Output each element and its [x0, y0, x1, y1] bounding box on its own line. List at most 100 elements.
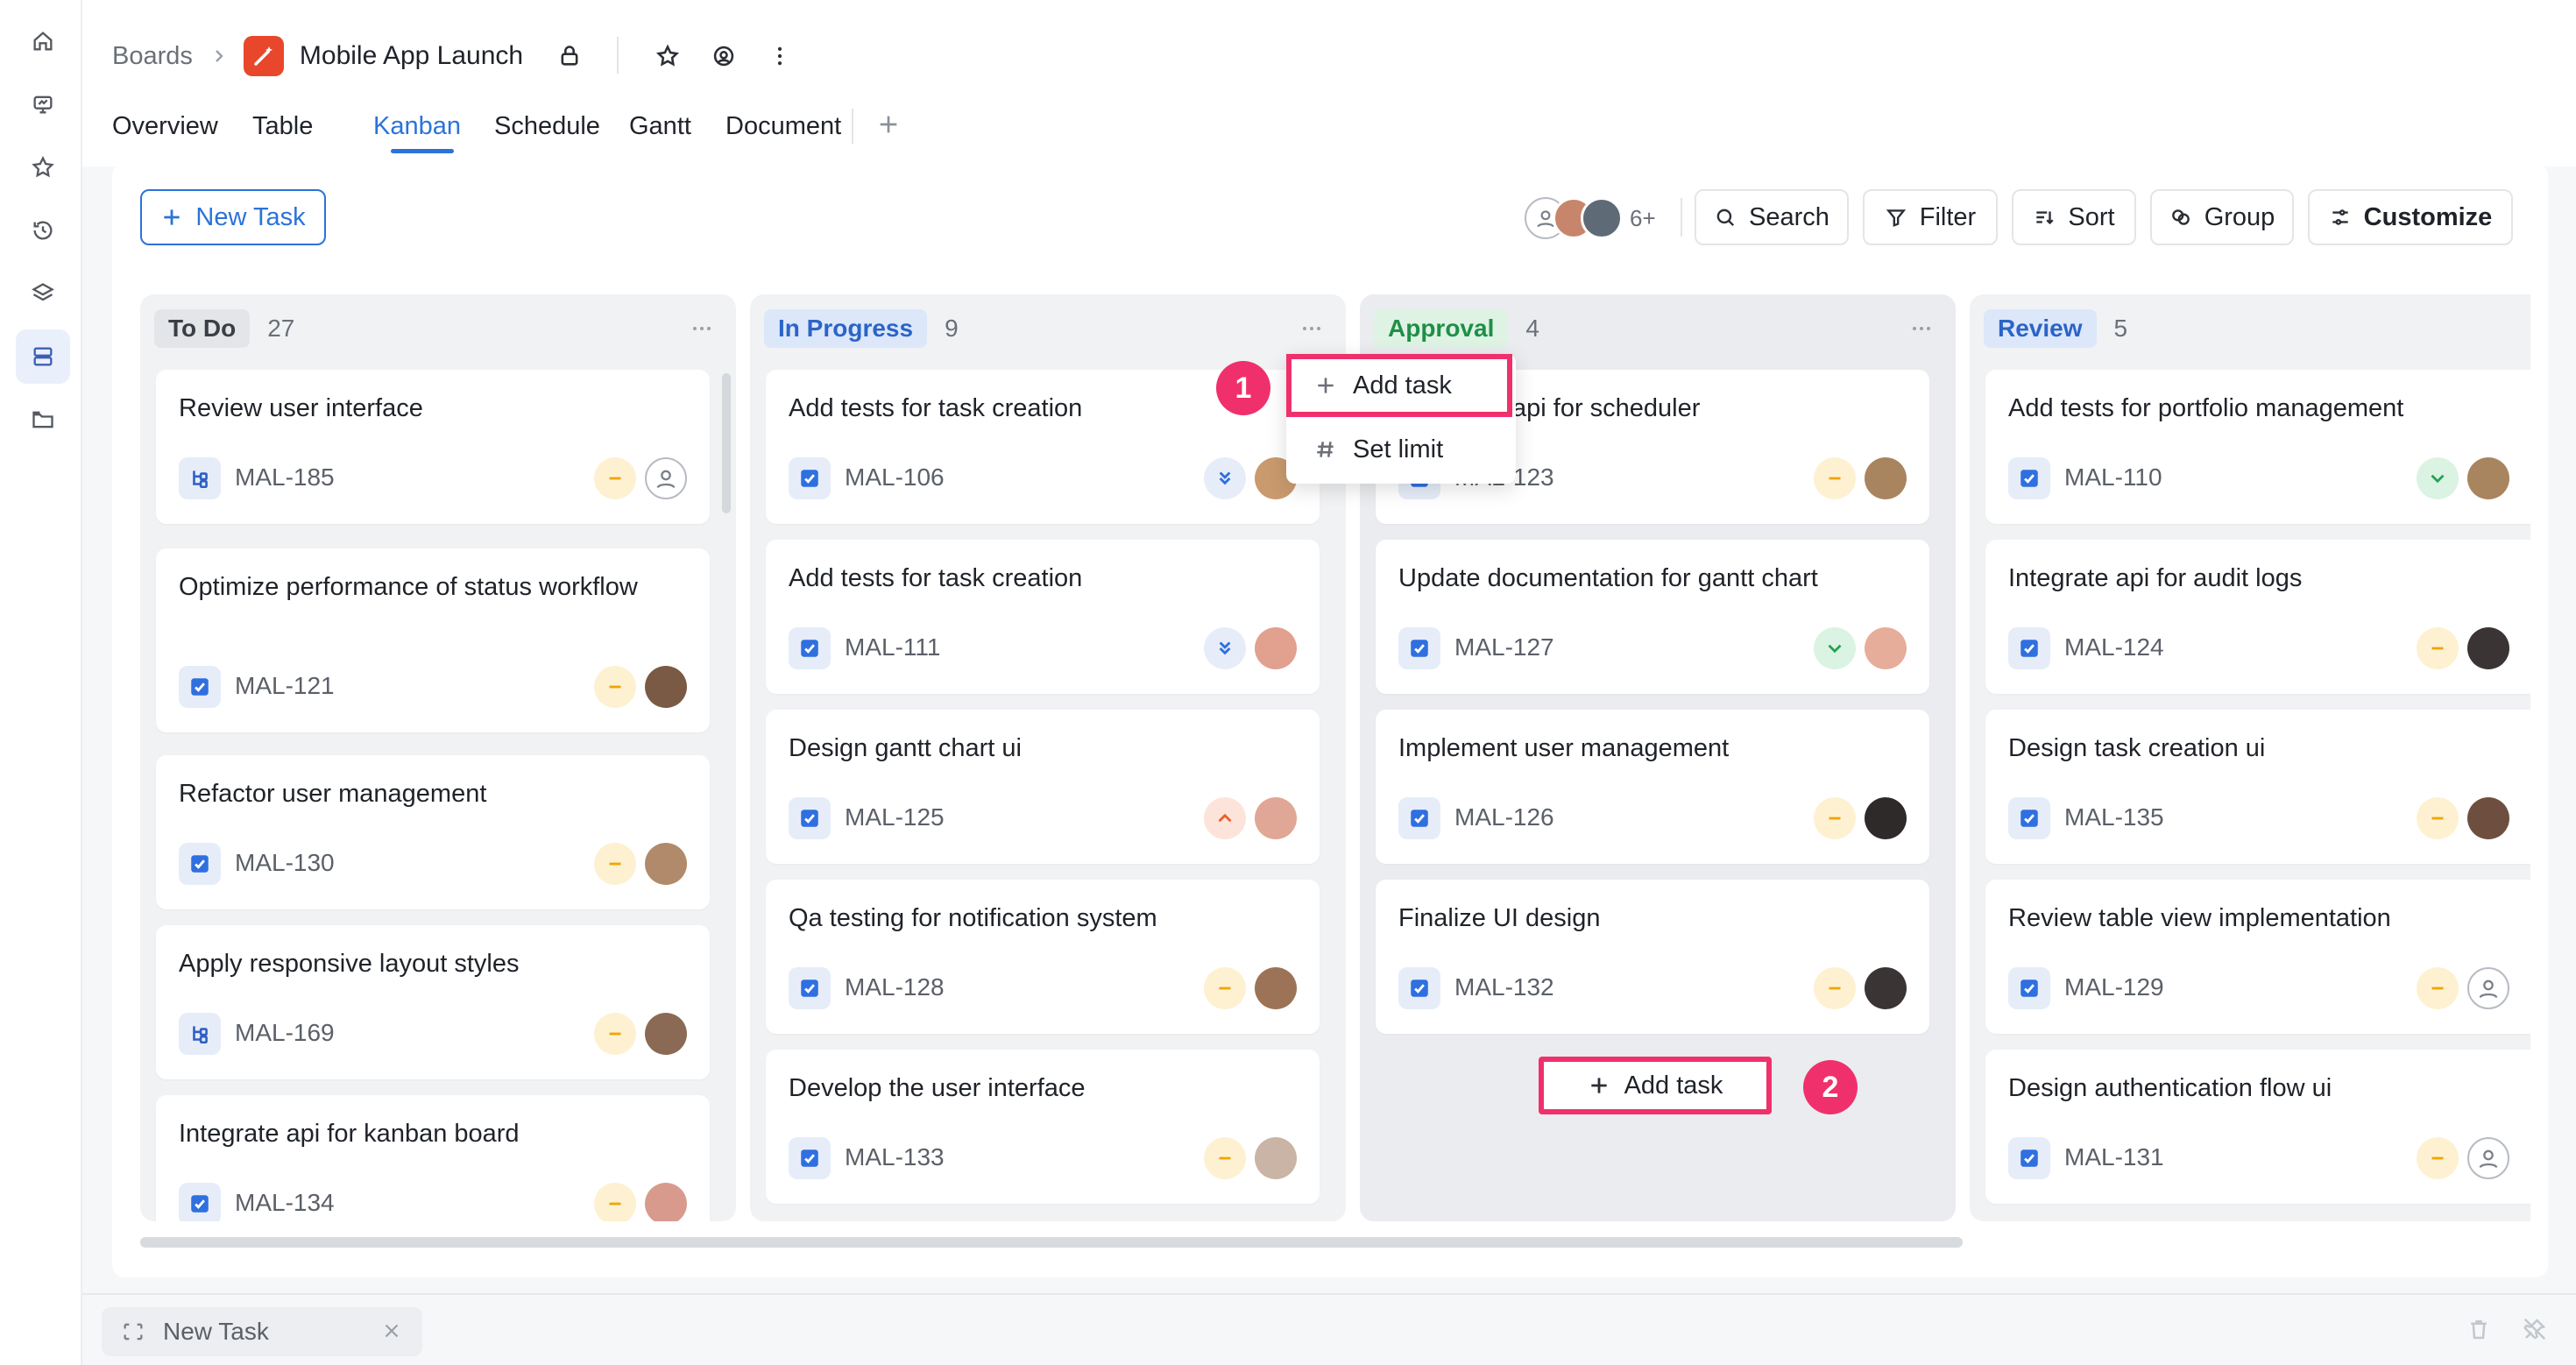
task-card[interactable]: Design task creation ui MAL-135	[1985, 710, 2530, 864]
task-card[interactable]: Develop the user interface MAL-133	[766, 1050, 1320, 1204]
avatar[interactable]	[2467, 627, 2509, 669]
home-icon[interactable]	[16, 14, 70, 68]
folder-icon[interactable]	[16, 393, 70, 447]
card-title: Optimize performance of status workflow	[179, 573, 638, 601]
task-id: MAL-111	[845, 633, 941, 661]
lock-icon[interactable]	[552, 39, 587, 74]
card-title: Design gantt chart ui	[789, 734, 1022, 762]
boards-icon[interactable]	[16, 329, 70, 384]
add-task-button[interactable]: Add task	[1539, 1057, 1772, 1114]
tab-schedule[interactable]: Schedule	[494, 107, 600, 145]
project-title: Mobile App Launch	[299, 41, 524, 70]
avatar[interactable]	[1255, 967, 1297, 1009]
close-icon[interactable]	[380, 1319, 403, 1342]
customize-label: Customize	[2363, 202, 2493, 231]
task-card[interactable]: Update documentation for gantt chart MAL…	[1376, 540, 1929, 694]
filter-button[interactable]: Filter	[1863, 189, 1998, 245]
priority-lowest-icon	[1204, 457, 1246, 499]
more-vertical-icon[interactable]	[762, 39, 797, 74]
task-card[interactable]: Review user interface MAL-185	[156, 370, 710, 524]
avatar[interactable]	[645, 666, 687, 708]
task-checkbox-icon	[2008, 1137, 2050, 1179]
card-title: Develop the user interface	[789, 1074, 1086, 1102]
task-card[interactable]: Add tests for task creation MAL-111	[766, 540, 1320, 694]
avatar[interactable]	[1255, 627, 1297, 669]
draft-tab[interactable]: New Task	[102, 1307, 422, 1356]
tab-gantt[interactable]: Gantt	[629, 107, 691, 145]
task-id: MAL-134	[235, 1189, 335, 1216]
avatar[interactable]	[645, 1183, 687, 1221]
avatar[interactable]	[645, 843, 687, 885]
task-checkbox-icon	[2008, 967, 2050, 1009]
priority-high-icon	[1204, 797, 1246, 839]
customize-button[interactable]: Customize	[2308, 189, 2513, 245]
group-button[interactable]: Group	[2150, 189, 2294, 245]
breadcrumb-boards-link[interactable]: Boards	[112, 42, 193, 71]
menu-set-limit[interactable]: Set limit	[1286, 422, 1516, 477]
priority-medium-icon	[594, 666, 636, 708]
avatar[interactable]	[1865, 967, 1907, 1009]
column-more-icon[interactable]	[1299, 315, 1325, 342]
unassigned-avatar-icon[interactable]	[645, 457, 687, 499]
avatar[interactable]	[1255, 797, 1297, 839]
plus-icon	[1318, 378, 1334, 393]
watch-icon[interactable]	[706, 39, 741, 74]
avatar[interactable]	[1865, 457, 1907, 499]
task-card[interactable]: Design authentication flow ui MAL-131	[1985, 1050, 2530, 1204]
tab-kanban[interactable]: Kanban	[373, 107, 461, 145]
priority-medium-icon	[1814, 457, 1856, 499]
unpin-icon[interactable]	[2522, 1316, 2551, 1346]
hash-icon	[1317, 442, 1334, 457]
avatar[interactable]	[645, 1013, 687, 1055]
search-button[interactable]: Search	[1695, 189, 1849, 245]
task-id: MAL-126	[1454, 803, 1554, 831]
avatar[interactable]	[2467, 457, 2509, 499]
task-card[interactable]: Implement user management MAL-126	[1376, 710, 1929, 864]
task-card[interactable]: Add tests for portfolio management MAL-1…	[1985, 370, 2530, 524]
star-icon[interactable]	[16, 140, 70, 194]
avatar[interactable]	[1255, 1137, 1297, 1179]
task-card[interactable]: Integrate api for kanban board MAL-134	[156, 1095, 710, 1221]
priority-medium-icon	[1204, 967, 1246, 1009]
column-scrollbar[interactable]	[722, 373, 731, 513]
task-id: MAL-130	[235, 849, 335, 876]
sort-icon	[2036, 211, 2054, 225]
new-task-button[interactable]: New Task	[140, 189, 326, 245]
task-card[interactable]: Qa testing for notification system MAL-1…	[766, 880, 1320, 1034]
add-view-icon[interactable]	[874, 110, 906, 142]
priority-medium-icon	[1814, 797, 1856, 839]
task-card[interactable]: Optimize performance of status workflow …	[156, 548, 710, 732]
task-id: MAL-128	[845, 973, 945, 1001]
column-more-icon[interactable]	[1908, 315, 1935, 342]
tab-table[interactable]: Table	[252, 107, 313, 145]
task-card[interactable]: Review table view implementation MAL-129	[1985, 880, 2530, 1034]
unassigned-avatar-icon[interactable]	[2467, 967, 2509, 1009]
layers-icon[interactable]	[16, 266, 70, 321]
avatar[interactable]	[1865, 627, 1907, 669]
tab-overview[interactable]: Overview	[112, 107, 218, 145]
plus-icon	[164, 209, 180, 225]
star-favorite-icon[interactable]	[650, 39, 685, 74]
column-more-icon[interactable]	[689, 315, 715, 342]
task-card[interactable]: Refactor user management MAL-130	[156, 755, 710, 909]
task-card[interactable]: Design gantt chart ui MAL-125	[766, 710, 1320, 864]
avatar[interactable]	[1865, 797, 1907, 839]
board-horizontal-scrollbar[interactable]	[140, 1237, 1963, 1248]
task-checkbox-icon	[2008, 627, 2050, 669]
tab-document[interactable]: Document	[725, 107, 841, 145]
task-card[interactable]: Apply responsive layout styles MAL-169	[156, 925, 710, 1079]
avatar[interactable]	[2467, 797, 2509, 839]
task-card[interactable]: Integrate api for audit logs MAL-124	[1985, 540, 2530, 694]
unassigned-avatar-icon[interactable]	[2467, 1137, 2509, 1179]
sort-button[interactable]: Sort	[2012, 189, 2136, 245]
dashboard-icon[interactable]	[16, 77, 70, 131]
menu-add-task[interactable]: Add task	[1286, 354, 1512, 417]
member-avatars[interactable]: 6+	[1525, 196, 1656, 240]
column-header: Approval 4	[1374, 308, 1539, 349]
trash-icon[interactable]	[2466, 1316, 2495, 1346]
priority-low-icon	[1814, 627, 1856, 669]
card-title: Design authentication flow ui	[2008, 1074, 2332, 1102]
task-card[interactable]: Finalize UI design MAL-132	[1376, 880, 1929, 1034]
history-icon[interactable]	[16, 203, 70, 258]
menu-add-task-label: Add task	[1353, 371, 1452, 400]
